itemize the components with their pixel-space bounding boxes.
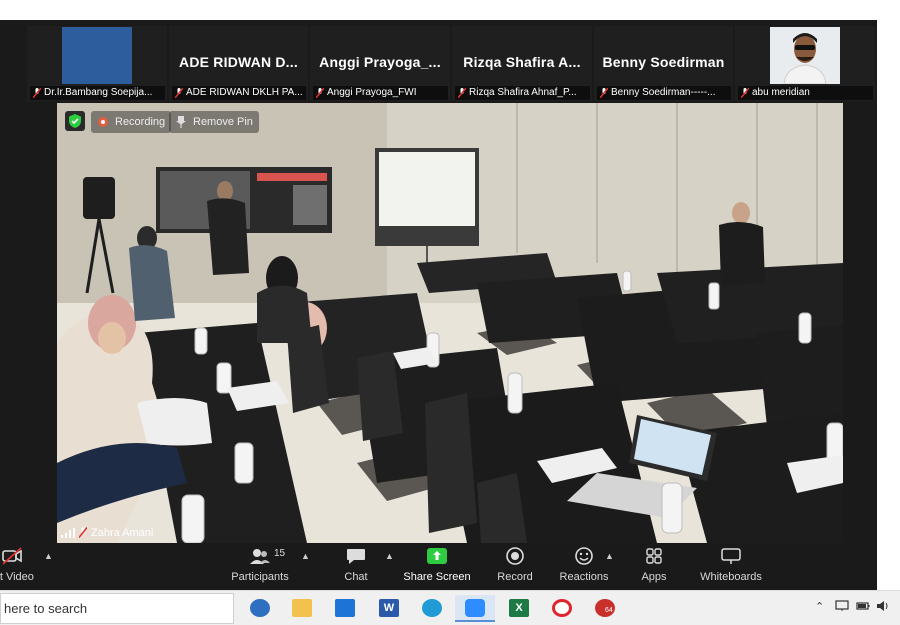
participant-video-portrait — [770, 27, 840, 84]
taskbar-search-box[interactable]: here to search — [0, 593, 234, 624]
video-off-icon — [2, 547, 22, 565]
participant-display-name: Rizqa Shafira A... — [463, 54, 581, 70]
share-screen-label: Share Screen — [403, 571, 471, 583]
start-video-label: art Video — [0, 571, 34, 583]
participant-name: abu meridian — [752, 87, 810, 98]
mic-muted-icon — [600, 88, 608, 98]
participants-label: Participants — [231, 571, 289, 583]
recording-dot-icon — [98, 117, 108, 127]
edge-icon[interactable] — [412, 595, 452, 622]
opera-icon[interactable] — [542, 595, 582, 622]
participant-tile-1[interactable]: Dr.Ir.Bambang Soepija... — [27, 26, 167, 101]
whiteboards-button[interactable]: Whiteboards — [686, 547, 776, 583]
word-icon[interactable]: W — [369, 595, 409, 622]
participant-display-name: Benny Soedirman — [602, 54, 725, 70]
share-screen-button[interactable]: Share Screen — [392, 547, 482, 583]
network-icon[interactable] — [835, 600, 849, 612]
share-screen-icon — [427, 548, 447, 564]
mic-muted-icon — [316, 88, 324, 98]
chat-label: Chat — [344, 571, 368, 583]
participant-name: Dr.Ir.Bambang Soepija... — [44, 87, 153, 98]
battery-icon[interactable] — [856, 600, 870, 612]
participant-display-name: Anggi Prayoga_... — [319, 54, 441, 70]
mic-muted-icon — [33, 88, 41, 98]
volume-icon[interactable] — [876, 600, 890, 612]
participants-button[interactable]: 15 Participants — [215, 547, 305, 583]
desktop-screen: Dr.Ir.Bambang Soepija... ADE RIDWAN D...… — [0, 0, 900, 625]
mic-muted-icon — [458, 88, 466, 98]
zoom-icon[interactable] — [455, 595, 495, 622]
search-placeholder: here to search — [4, 601, 88, 616]
participant-name: ADE RIDWAN DKLH PA... — [186, 87, 303, 98]
participant-tile-6[interactable]: abu meridian — [735, 26, 875, 101]
participant-caption: Anggi Prayoga_FWI — [313, 86, 448, 100]
participants-options-caret-icon[interactable]: ▲ — [301, 551, 310, 561]
participant-caption: Dr.Ir.Bambang Soepija... — [30, 86, 165, 100]
chat-icon — [347, 549, 365, 564]
tray-chevron-icon[interactable]: ⌃ — [815, 600, 824, 613]
apps-icon — [646, 548, 662, 564]
participant-video-blue — [62, 27, 132, 84]
participant-name: Benny Soedirman-----... — [611, 87, 716, 98]
mic-muted-icon — [741, 88, 749, 98]
participant-tile-4[interactable]: Rizqa Shafira A... Rizqa Shafira Ahnaf_P… — [452, 26, 592, 101]
reactions-icon — [575, 547, 593, 565]
remove-pin-button[interactable]: Remove Pin — [169, 111, 259, 133]
zoom-meeting-window: Dr.Ir.Bambang Soepija... ADE RIDWAN D...… — [0, 20, 877, 590]
windows-taskbar: here to search W X 64 ⌃ — [0, 590, 900, 625]
participant-name: Rizqa Shafira Ahnaf_P... — [469, 87, 577, 98]
app-badge-icon[interactable]: 64 — [585, 595, 625, 622]
mail-icon[interactable] — [325, 595, 365, 622]
pinned-video[interactable]: Recording Remove Pin Zahra Amani — [57, 103, 843, 543]
speaker-name: Zahra Amani — [91, 527, 154, 539]
participant-caption: Rizqa Shafira Ahnaf_P... — [455, 86, 590, 100]
meeting-room-scene — [57, 103, 843, 543]
whiteboards-label: Whiteboards — [700, 571, 762, 583]
participant-tile-3[interactable]: Anggi Prayoga_... Anggi Prayoga_FWI — [310, 26, 450, 101]
participants-icon — [250, 549, 270, 564]
active-speaker-label: Zahra Amani — [61, 526, 153, 540]
edge-beta-icon[interactable] — [240, 595, 280, 622]
participant-name: Anggi Prayoga_FWI — [327, 87, 417, 98]
participant-display-name: ADE RIDWAN D... — [179, 54, 298, 70]
participant-tile-5[interactable]: Benny Soedirman Benny Soedirman-----... — [594, 26, 733, 101]
participant-caption: abu meridian — [738, 86, 873, 100]
encryption-shield-icon[interactable] — [65, 111, 85, 131]
signal-bars-icon — [61, 528, 75, 538]
remove-pin-label: Remove Pin — [193, 116, 253, 128]
excel-icon[interactable]: X — [499, 595, 539, 622]
mic-muted-icon — [79, 527, 87, 538]
participants-count: 15 — [274, 548, 286, 559]
mic-muted-icon — [175, 88, 183, 98]
video-options-caret-icon[interactable]: ▲ — [44, 551, 53, 561]
recording-label: Recording — [115, 116, 166, 128]
participant-caption: ADE RIDWAN DKLH PA... — [172, 86, 306, 100]
whiteboard-icon — [721, 548, 741, 564]
pin-icon — [176, 116, 186, 128]
record-icon — [506, 547, 524, 565]
file-explorer-icon[interactable] — [282, 595, 322, 622]
participant-tile-2[interactable]: ADE RIDWAN D... ADE RIDWAN DKLH PA... — [169, 26, 308, 101]
recording-indicator[interactable]: Recording — [91, 111, 172, 133]
app-badge-count: 64 — [605, 607, 613, 614]
participant-caption: Benny Soedirman-----... — [597, 86, 731, 100]
meeting-toolbar: art Video ▲ 15 Participants ▲ Chat ▲ Sha… — [0, 543, 877, 590]
